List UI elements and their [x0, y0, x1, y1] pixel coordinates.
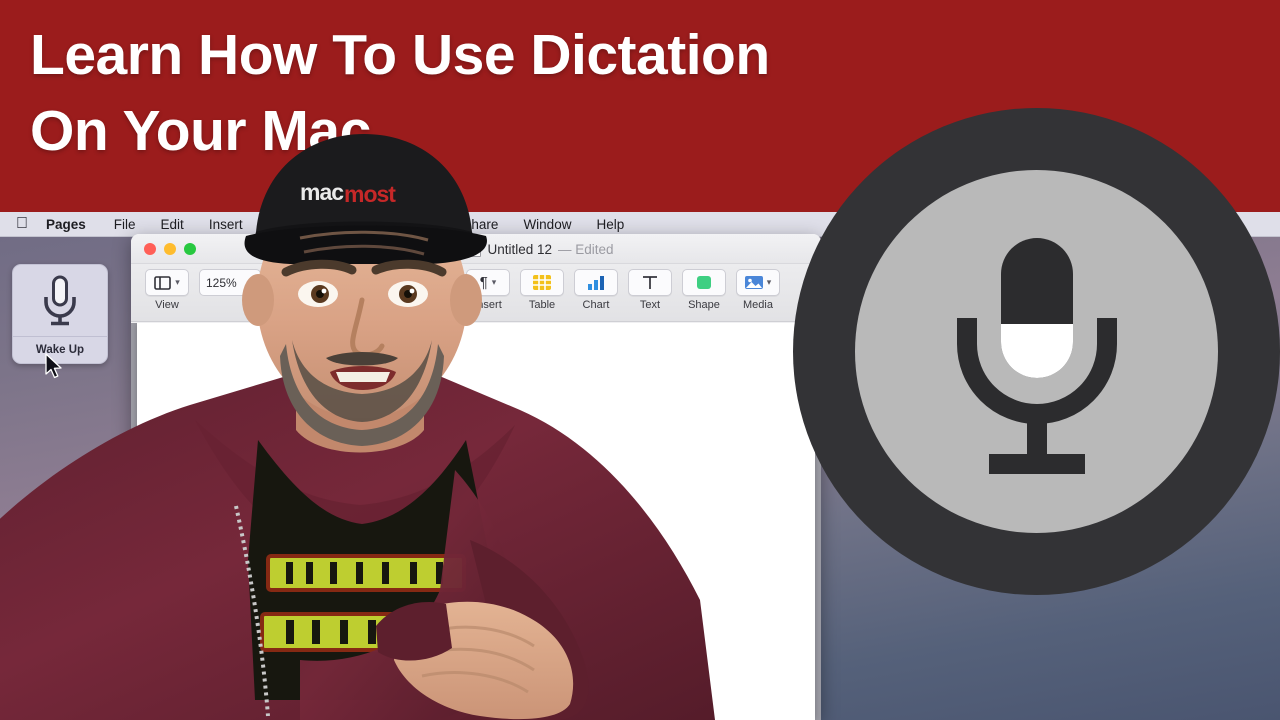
- menu-item-format[interactable]: Format: [268, 217, 311, 232]
- document-edited-status: — Edited: [558, 241, 614, 257]
- menu-item-share[interactable]: Share: [462, 217, 498, 232]
- microphone-icon: [13, 265, 107, 336]
- dictation-wake-up-panel[interactable]: Wake Up: [12, 264, 108, 364]
- shape-button[interactable]: [682, 269, 726, 296]
- microphone-badge: [793, 108, 1280, 595]
- document-title-group[interactable]: ⚑ Untitled 12 — Edited: [131, 234, 821, 264]
- menu-item-insert[interactable]: Insert: [209, 217, 243, 232]
- video-thumbnail:  Pages File Edit Insert Format Arrange …: [0, 0, 1280, 720]
- toolbar-view-item[interactable]: ▾ View: [145, 269, 189, 311]
- chevron-down-icon: ▾: [175, 277, 180, 287]
- menu-item-pages[interactable]: Pages: [46, 217, 86, 232]
- view-panel-icon: [154, 275, 172, 290]
- document-title[interactable]: Untitled 12: [487, 242, 552, 257]
- menu-item-help[interactable]: Help: [596, 217, 624, 232]
- menu-item-edit[interactable]: Edit: [161, 217, 184, 232]
- chevron-down-icon: ▾: [491, 277, 497, 287]
- text-t-icon: [643, 276, 657, 289]
- toolbar-table-item[interactable]: Table: [520, 269, 564, 311]
- menu-item-file[interactable]: File: [114, 217, 136, 232]
- menu-item-window[interactable]: Window: [523, 217, 571, 232]
- zoom-input[interactable]: 125%: [199, 269, 261, 296]
- view-label: View: [155, 299, 179, 311]
- media-label: Media: [743, 299, 773, 311]
- document-page[interactable]: The quick brown fox jumps over the lazy …: [137, 323, 815, 720]
- toolbar-shape-item[interactable]: Shape: [682, 269, 726, 311]
- pages-window[interactable]: ⚑ Untitled 12 — Edited ▾ View 125% ¶ ▾ I…: [131, 234, 821, 720]
- chart-label: Chart: [582, 299, 610, 311]
- chart-bars-icon: [588, 276, 604, 290]
- view-button[interactable]: ▾: [145, 269, 189, 296]
- toolbar-media-item[interactable]: ▾ Media: [736, 269, 780, 311]
- menu-item-view[interactable]: View: [408, 217, 437, 232]
- shape-square-icon: [697, 276, 711, 289]
- insert-button[interactable]: ¶ ▾: [466, 269, 510, 296]
- document-body-text[interactable]: The quick brown fox jumps over the lazy …: [195, 519, 657, 546]
- toolbar-text-item[interactable]: Text: [628, 269, 672, 311]
- media-image-icon: [744, 276, 763, 289]
- shape-label: Shape: [688, 299, 720, 311]
- pilcrow-icon: ¶: [479, 274, 488, 291]
- chart-button[interactable]: [574, 269, 618, 296]
- window-title-bar[interactable]: ⚑ Untitled 12 — Edited: [131, 234, 821, 264]
- text-label: Text: [639, 299, 661, 311]
- media-button[interactable]: ▾: [736, 269, 780, 296]
- table-icon: [533, 275, 551, 290]
- apple-logo-icon[interactable]: : [16, 216, 28, 232]
- document-icon: ⚑: [468, 241, 482, 257]
- microphone-icon: [957, 238, 1117, 474]
- text-button[interactable]: [628, 269, 672, 296]
- toolbar-insert-item[interactable]: ¶ ▾ Insert: [466, 269, 510, 311]
- table-label: Table: [528, 299, 556, 311]
- chevron-down-icon: ▾: [766, 277, 772, 287]
- pages-toolbar[interactable]: ▾ View 125% ¶ ▾ Insert Table Chart Text …: [131, 264, 821, 322]
- toolbar-zoom-item[interactable]: 125%: [199, 269, 261, 296]
- document-canvas[interactable]: The quick brown fox jumps over the lazy …: [131, 323, 821, 720]
- insert-label: Insert: [474, 299, 502, 311]
- table-button[interactable]: [520, 269, 564, 296]
- toolbar-chart-item[interactable]: Chart: [574, 269, 618, 311]
- mouse-pointer-icon: [45, 353, 62, 379]
- menu-item-arrange[interactable]: Arrange: [335, 217, 383, 232]
